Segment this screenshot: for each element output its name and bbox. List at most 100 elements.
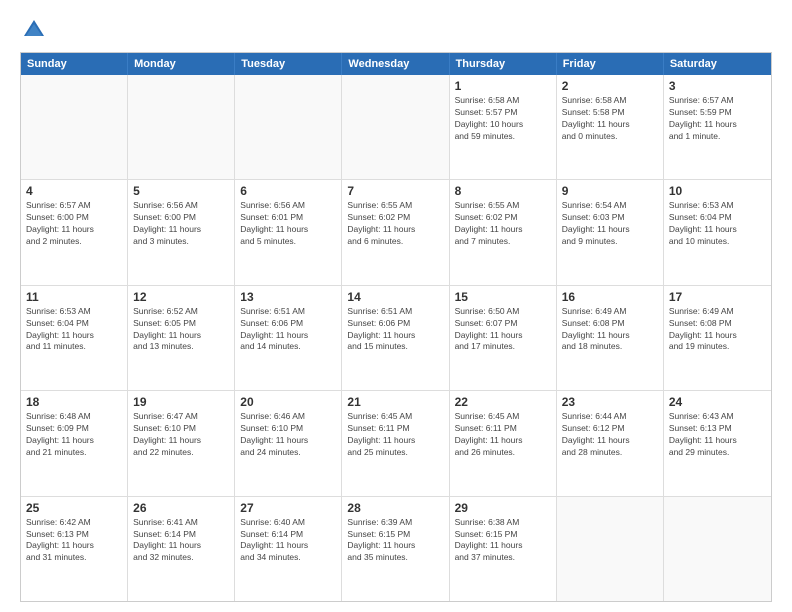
day-info: Sunrise: 6:56 AM Sunset: 6:00 PM Dayligh… bbox=[133, 200, 229, 248]
empty-cell bbox=[557, 497, 664, 601]
day-cell-12: 12 Sunrise: 6:52 AM Sunset: 6:05 PM Dayli… bbox=[128, 286, 235, 390]
day-info: Sunrise: 6:40 AM Sunset: 6:14 PM Dayligh… bbox=[240, 517, 336, 565]
day-info: Sunrise: 6:49 AM Sunset: 6:08 PM Dayligh… bbox=[669, 306, 766, 354]
day-cell-29: 29 Sunrise: 6:38 AM Sunset: 6:15 PM Dayli… bbox=[450, 497, 557, 601]
day-cell-26: 26 Sunrise: 6:41 AM Sunset: 6:14 PM Dayli… bbox=[128, 497, 235, 601]
day-number: 22 bbox=[455, 395, 551, 409]
day-cell-3: 3 Sunrise: 6:57 AM Sunset: 5:59 PM Daylig… bbox=[664, 75, 771, 179]
header-day-thursday: Thursday bbox=[450, 53, 557, 75]
day-number: 26 bbox=[133, 501, 229, 515]
day-cell-11: 11 Sunrise: 6:53 AM Sunset: 6:04 PM Dayli… bbox=[21, 286, 128, 390]
calendar-header: SundayMondayTuesdayWednesdayThursdayFrid… bbox=[21, 53, 771, 75]
day-cell-23: 23Sunrise: 6:44 AM Sunset: 6:12 PM Dayli… bbox=[557, 391, 664, 495]
empty-cell bbox=[235, 75, 342, 179]
day-number: 4 bbox=[26, 184, 122, 198]
day-cell-10: 10 Sunrise: 6:53 AM Sunset: 6:04 PM Dayli… bbox=[664, 180, 771, 284]
header bbox=[20, 16, 772, 44]
day-info: Sunrise: 6:45 AM Sunset: 6:11 PM Dayligh… bbox=[455, 411, 551, 459]
day-cell-5: 5Sunrise: 6:56 AM Sunset: 6:00 PM Daylig… bbox=[128, 180, 235, 284]
day-cell-21: 21 Sunrise: 6:45 AM Sunset: 6:11 PM Dayli… bbox=[342, 391, 449, 495]
day-number: 11 bbox=[26, 290, 122, 304]
page: SundayMondayTuesdayWednesdayThursdayFrid… bbox=[0, 0, 792, 612]
day-cell-2: 2Sunrise: 6:58 AM Sunset: 5:58 PM Daylig… bbox=[557, 75, 664, 179]
empty-cell bbox=[21, 75, 128, 179]
empty-cell bbox=[128, 75, 235, 179]
day-info: Sunrise: 6:45 AM Sunset: 6:11 PM Dayligh… bbox=[347, 411, 443, 459]
day-info: Sunrise: 6:48 AM Sunset: 6:09 PM Dayligh… bbox=[26, 411, 122, 459]
day-info: Sunrise: 6:53 AM Sunset: 6:04 PM Dayligh… bbox=[669, 200, 766, 248]
day-info: Sunrise: 6:55 AM Sunset: 6:02 PM Dayligh… bbox=[347, 200, 443, 248]
day-number: 13 bbox=[240, 290, 336, 304]
day-cell-8: 8 Sunrise: 6:55 AM Sunset: 6:02 PM Daylig… bbox=[450, 180, 557, 284]
day-info: Sunrise: 6:55 AM Sunset: 6:02 PM Dayligh… bbox=[455, 200, 551, 248]
day-cell-28: 28 Sunrise: 6:39 AM Sunset: 6:15 PM Dayli… bbox=[342, 497, 449, 601]
day-info: Sunrise: 6:53 AM Sunset: 6:04 PM Dayligh… bbox=[26, 306, 122, 354]
calendar-row-5: 25Sunrise: 6:42 AM Sunset: 6:13 PM Dayli… bbox=[21, 496, 771, 601]
day-cell-19: 19 Sunrise: 6:47 AM Sunset: 6:10 PM Dayli… bbox=[128, 391, 235, 495]
day-number: 16 bbox=[562, 290, 658, 304]
day-number: 12 bbox=[133, 290, 229, 304]
day-number: 3 bbox=[669, 79, 766, 93]
day-number: 21 bbox=[347, 395, 443, 409]
day-cell-15: 15 Sunrise: 6:50 AM Sunset: 6:07 PM Dayli… bbox=[450, 286, 557, 390]
day-number: 29 bbox=[455, 501, 551, 515]
day-number: 17 bbox=[669, 290, 766, 304]
day-number: 19 bbox=[133, 395, 229, 409]
day-info: Sunrise: 6:38 AM Sunset: 6:15 PM Dayligh… bbox=[455, 517, 551, 565]
day-info: Sunrise: 6:46 AM Sunset: 6:10 PM Dayligh… bbox=[240, 411, 336, 459]
day-info: Sunrise: 6:56 AM Sunset: 6:01 PM Dayligh… bbox=[240, 200, 336, 248]
day-info: Sunrise: 6:50 AM Sunset: 6:07 PM Dayligh… bbox=[455, 306, 551, 354]
day-info: Sunrise: 6:58 AM Sunset: 5:57 PM Dayligh… bbox=[455, 95, 551, 143]
day-number: 8 bbox=[455, 184, 551, 198]
logo-icon bbox=[20, 16, 48, 44]
day-info: Sunrise: 6:49 AM Sunset: 6:08 PM Dayligh… bbox=[562, 306, 658, 354]
day-info: Sunrise: 6:42 AM Sunset: 6:13 PM Dayligh… bbox=[26, 517, 122, 565]
day-number: 15 bbox=[455, 290, 551, 304]
header-day-wednesday: Wednesday bbox=[342, 53, 449, 75]
header-day-tuesday: Tuesday bbox=[235, 53, 342, 75]
day-cell-14: 14 Sunrise: 6:51 AM Sunset: 6:06 PM Dayli… bbox=[342, 286, 449, 390]
header-day-sunday: Sunday bbox=[21, 53, 128, 75]
day-number: 9 bbox=[562, 184, 658, 198]
day-number: 24 bbox=[669, 395, 766, 409]
day-cell-13: 13 Sunrise: 6:51 AM Sunset: 6:06 PM Dayli… bbox=[235, 286, 342, 390]
day-number: 28 bbox=[347, 501, 443, 515]
day-info: Sunrise: 6:54 AM Sunset: 6:03 PM Dayligh… bbox=[562, 200, 658, 248]
day-number: 23 bbox=[562, 395, 658, 409]
day-info: Sunrise: 6:51 AM Sunset: 6:06 PM Dayligh… bbox=[347, 306, 443, 354]
day-number: 14 bbox=[347, 290, 443, 304]
calendar-row-1: 1 Sunrise: 6:58 AM Sunset: 5:57 PM Daylig… bbox=[21, 75, 771, 179]
day-info: Sunrise: 6:51 AM Sunset: 6:06 PM Dayligh… bbox=[240, 306, 336, 354]
day-cell-20: 20Sunrise: 6:46 AM Sunset: 6:10 PM Dayli… bbox=[235, 391, 342, 495]
header-day-friday: Friday bbox=[557, 53, 664, 75]
calendar-row-2: 4Sunrise: 6:57 AM Sunset: 6:00 PM Daylig… bbox=[21, 179, 771, 284]
day-cell-27: 27 Sunrise: 6:40 AM Sunset: 6:14 PM Dayli… bbox=[235, 497, 342, 601]
calendar: SundayMondayTuesdayWednesdayThursdayFrid… bbox=[20, 52, 772, 602]
day-cell-18: 18 Sunrise: 6:48 AM Sunset: 6:09 PM Dayli… bbox=[21, 391, 128, 495]
day-info: Sunrise: 6:57 AM Sunset: 5:59 PM Dayligh… bbox=[669, 95, 766, 143]
day-number: 10 bbox=[669, 184, 766, 198]
day-number: 27 bbox=[240, 501, 336, 515]
day-info: Sunrise: 6:52 AM Sunset: 6:05 PM Dayligh… bbox=[133, 306, 229, 354]
empty-cell bbox=[664, 497, 771, 601]
day-cell-22: 22 Sunrise: 6:45 AM Sunset: 6:11 PM Dayli… bbox=[450, 391, 557, 495]
day-info: Sunrise: 6:39 AM Sunset: 6:15 PM Dayligh… bbox=[347, 517, 443, 565]
day-info: Sunrise: 6:47 AM Sunset: 6:10 PM Dayligh… bbox=[133, 411, 229, 459]
calendar-row-4: 18 Sunrise: 6:48 AM Sunset: 6:09 PM Dayli… bbox=[21, 390, 771, 495]
logo bbox=[20, 16, 52, 44]
day-cell-25: 25Sunrise: 6:42 AM Sunset: 6:13 PM Dayli… bbox=[21, 497, 128, 601]
day-number: 7 bbox=[347, 184, 443, 198]
day-number: 6 bbox=[240, 184, 336, 198]
day-number: 18 bbox=[26, 395, 122, 409]
header-day-saturday: Saturday bbox=[664, 53, 771, 75]
day-info: Sunrise: 6:43 AM Sunset: 6:13 PM Dayligh… bbox=[669, 411, 766, 459]
day-cell-16: 16 Sunrise: 6:49 AM Sunset: 6:08 PM Dayli… bbox=[557, 286, 664, 390]
day-cell-6: 6 Sunrise: 6:56 AM Sunset: 6:01 PM Daylig… bbox=[235, 180, 342, 284]
day-cell-1: 1 Sunrise: 6:58 AM Sunset: 5:57 PM Daylig… bbox=[450, 75, 557, 179]
day-cell-17: 17 Sunrise: 6:49 AM Sunset: 6:08 PM Dayli… bbox=[664, 286, 771, 390]
day-info: Sunrise: 6:41 AM Sunset: 6:14 PM Dayligh… bbox=[133, 517, 229, 565]
day-info: Sunrise: 6:58 AM Sunset: 5:58 PM Dayligh… bbox=[562, 95, 658, 143]
day-cell-24: 24 Sunrise: 6:43 AM Sunset: 6:13 PM Dayli… bbox=[664, 391, 771, 495]
day-cell-9: 9 Sunrise: 6:54 AM Sunset: 6:03 PM Daylig… bbox=[557, 180, 664, 284]
day-number: 1 bbox=[455, 79, 551, 93]
